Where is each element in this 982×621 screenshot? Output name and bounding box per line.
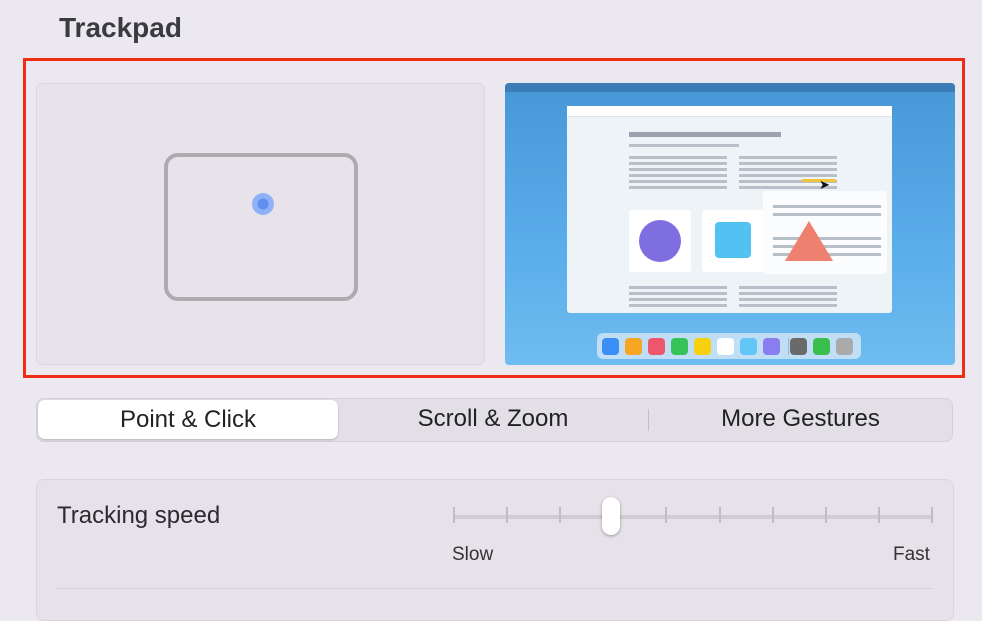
tab-point-and-click[interactable]: Point & Click — [38, 400, 338, 439]
preview-menubar — [505, 83, 955, 92]
touch-point-icon — [252, 193, 274, 215]
slider-tick — [665, 507, 667, 523]
gesture-preview: ➤ — [505, 83, 955, 365]
preview-dock — [597, 333, 861, 359]
triangle-icon — [785, 221, 833, 261]
dock-app-icon — [836, 338, 853, 355]
slider-max-label: Fast — [893, 544, 930, 565]
dock-app-icon — [602, 338, 619, 355]
trackpad-outline — [164, 153, 358, 301]
dock-app-icon — [740, 338, 757, 355]
slider-tick — [931, 507, 933, 523]
tracking-speed-slider[interactable] — [453, 515, 933, 519]
circle-icon — [639, 220, 681, 262]
preview-card-circle — [629, 210, 691, 272]
dock-app-icon — [694, 338, 711, 355]
dock-app-icon — [790, 338, 807, 355]
tab-scroll-and-zoom[interactable]: Scroll & Zoom — [343, 399, 643, 441]
slider-min-label: Slow — [452, 544, 494, 565]
tracking-speed-slider-thumb[interactable] — [602, 497, 621, 535]
tracking-settings-panel: Tracking speed Slow Fast — [36, 479, 954, 621]
square-icon — [715, 222, 751, 258]
dock-app-icon — [648, 338, 665, 355]
gesture-tab-bar: Point & Click Scroll & Zoom More Gesture… — [36, 398, 953, 442]
dock-app-icon — [763, 338, 780, 355]
dock-app-icon — [625, 338, 642, 355]
dock-app-icon — [813, 338, 830, 355]
dock-separator — [788, 338, 789, 355]
page-title: Trackpad — [59, 12, 182, 43]
slider-tick — [559, 507, 561, 523]
preview-heading-line — [629, 132, 781, 137]
slider-tick — [772, 507, 774, 523]
slider-tick — [825, 507, 827, 523]
slider-tick — [719, 507, 721, 523]
slider-tick — [506, 507, 508, 523]
tab-more-gestures[interactable]: More Gestures — [649, 399, 952, 441]
dock-app-icon — [671, 338, 688, 355]
preview-titlebar — [567, 106, 892, 117]
preview-card-square — [702, 210, 764, 272]
trackpad-illustration — [36, 83, 485, 365]
tracking-speed-label: Tracking speed — [57, 502, 221, 529]
panel-divider — [57, 588, 933, 589]
dock-app-icon — [717, 338, 734, 355]
preview-floating-card — [763, 191, 887, 274]
slider-tick — [453, 507, 455, 523]
slider-tick — [878, 507, 880, 523]
